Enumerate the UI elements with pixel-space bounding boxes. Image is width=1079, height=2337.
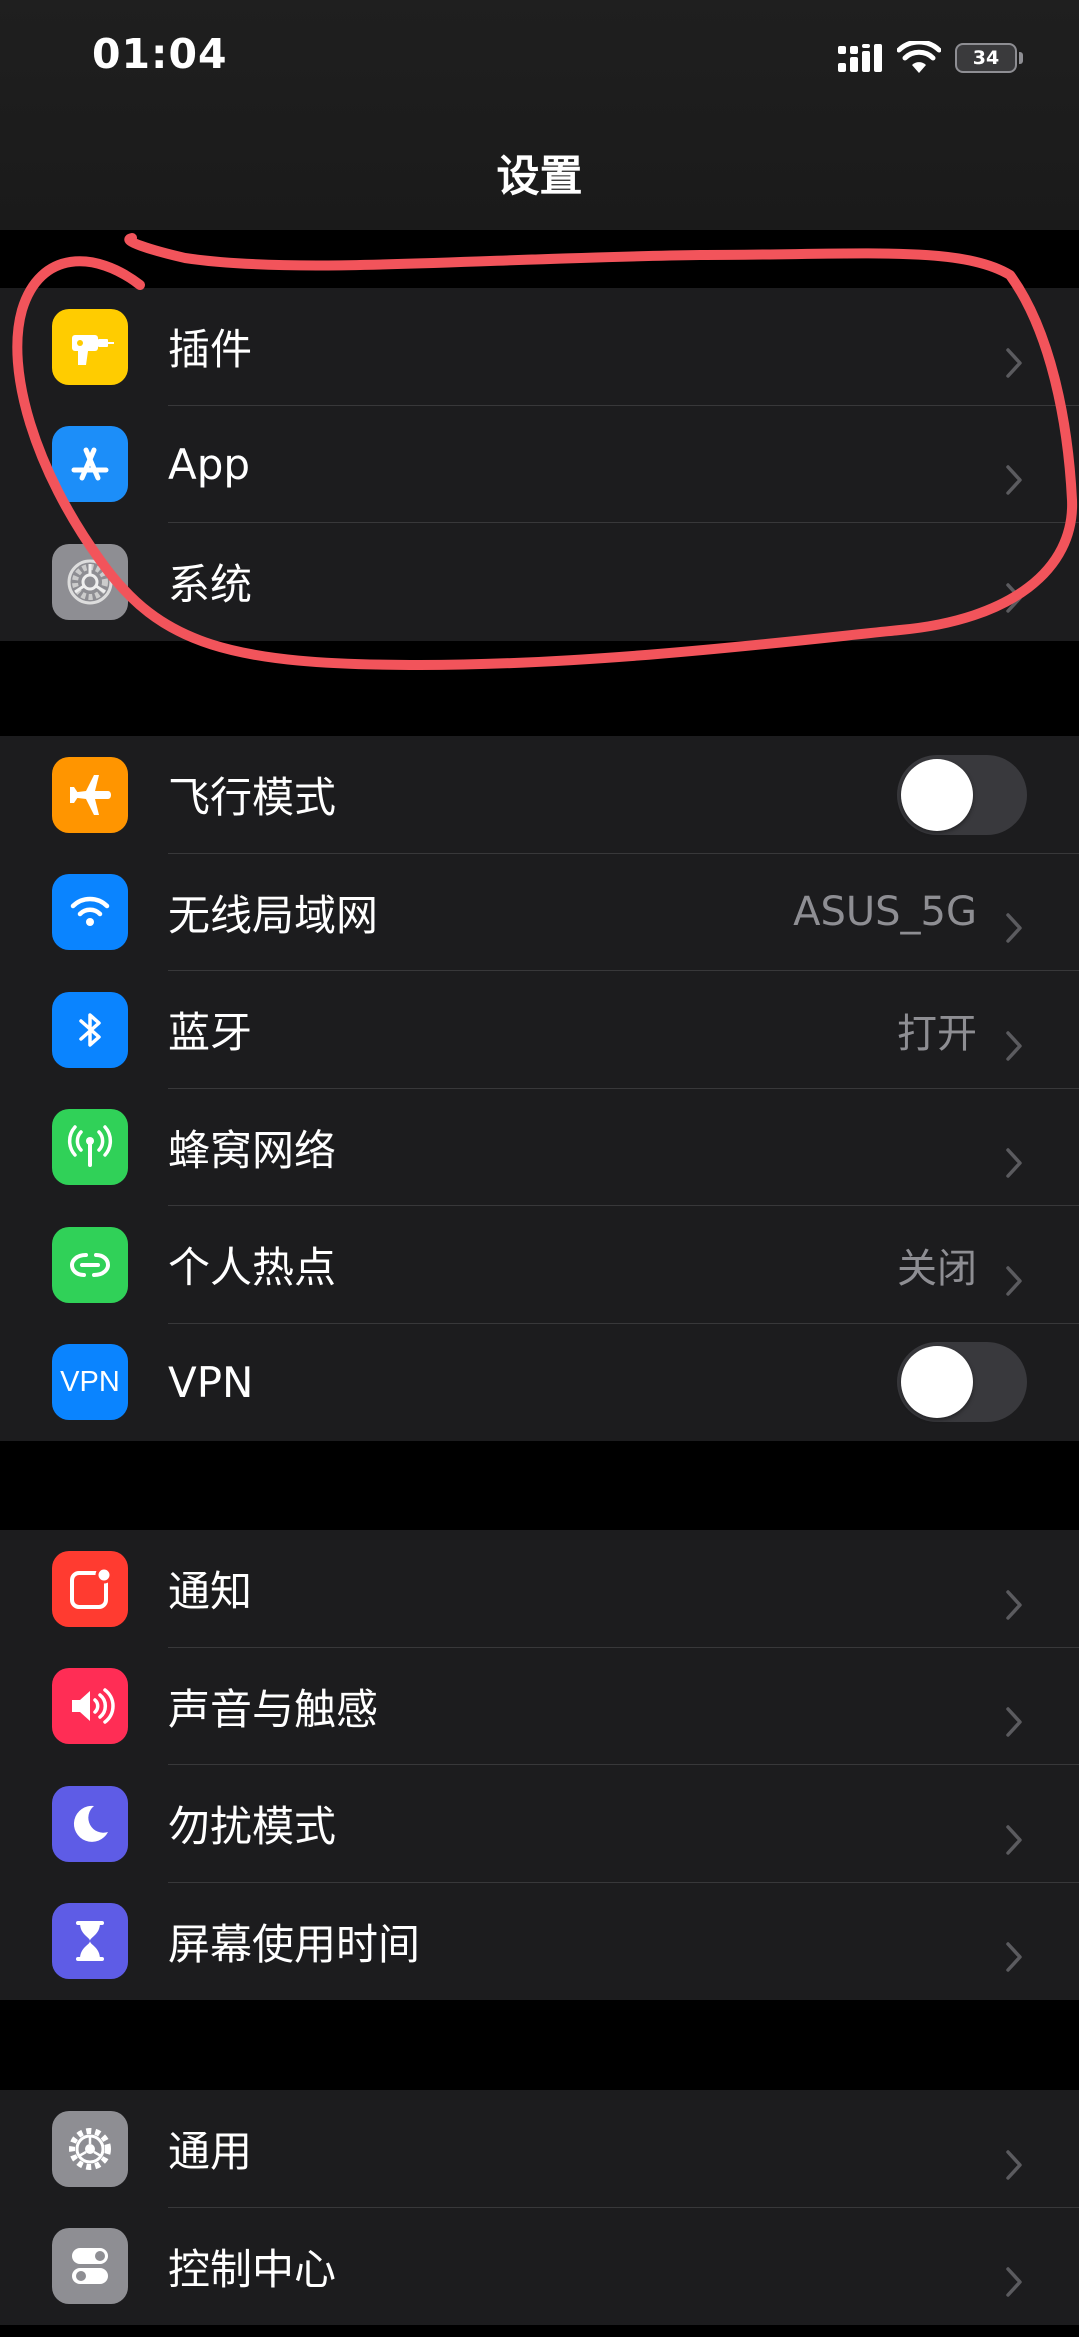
row-label: 蜂窝网络 bbox=[168, 1125, 337, 1175]
app-store-icon bbox=[52, 426, 128, 503]
signal-icon bbox=[838, 44, 882, 72]
row-value: 关闭 bbox=[897, 1245, 977, 1292]
row-label: 飞行模式 bbox=[168, 773, 337, 823]
wifi-status-icon bbox=[897, 41, 941, 73]
status-bar: 01:04 34 设置 bbox=[0, 0, 1079, 230]
row-label: 勿扰模式 bbox=[168, 1802, 337, 1852]
row-label: 个人热点 bbox=[168, 1243, 337, 1293]
airplane-icon bbox=[52, 756, 128, 833]
row-label: 系统 bbox=[168, 560, 253, 610]
settings-group-2: 飞行模式无线局域网 ASUS_5G 蓝牙 打开蜂窝网络个人热点 关闭 VPN VPN bbox=[0, 736, 1079, 1441]
settings-row-app-store[interactable]: App bbox=[0, 406, 1079, 523]
settings-group-1: 插件 App 系统 bbox=[0, 288, 1079, 641]
settings-row-notification[interactable]: 通知 bbox=[0, 1530, 1079, 1648]
row-value: 打开 bbox=[897, 1010, 977, 1057]
switches-icon bbox=[52, 2228, 128, 2305]
vpn-icon: VPN bbox=[52, 1344, 128, 1421]
settings-row-hourglass[interactable]: 屏幕使用时间 bbox=[0, 1883, 1079, 2001]
hourglass-icon bbox=[52, 1903, 128, 1980]
settings-row-drill[interactable]: 插件 bbox=[0, 288, 1079, 406]
vpn-icon-text: VPN bbox=[60, 1365, 120, 1398]
settings-row-hotspot[interactable]: 个人热点 关闭 bbox=[0, 1206, 1079, 1324]
status-icons: 34 bbox=[837, 38, 1023, 78]
settings-row-settings-gear[interactable]: 通用 bbox=[0, 2090, 1079, 2208]
status-time: 01:04 bbox=[92, 30, 228, 78]
drill-icon bbox=[52, 308, 128, 385]
battery-level: 34 bbox=[955, 43, 1017, 73]
bluetooth-icon bbox=[52, 991, 128, 1068]
settings-gear-icon bbox=[52, 2110, 128, 2187]
settings-row-moon[interactable]: 勿扰模式 bbox=[0, 1765, 1079, 1883]
row-label: 蓝牙 bbox=[168, 1008, 253, 1058]
row-label: App bbox=[168, 439, 251, 489]
notification-icon bbox=[52, 1550, 128, 1627]
settings-row-bluetooth[interactable]: 蓝牙 打开 bbox=[0, 971, 1079, 1089]
settings-group-3: 通知声音与触感勿扰模式屏幕使用时间 bbox=[0, 1530, 1079, 2000]
page-title: 设置 bbox=[496, 152, 583, 202]
row-value: ASUS_5G bbox=[793, 889, 977, 936]
vpn-toggle[interactable] bbox=[897, 1342, 1027, 1423]
settings-row-wifi[interactable]: 无线局域网 ASUS_5G bbox=[0, 854, 1079, 971]
settings-row-gear[interactable]: 系统 bbox=[0, 523, 1079, 641]
settings-row-airplane[interactable]: 飞行模式 bbox=[0, 736, 1079, 854]
hotspot-icon bbox=[52, 1226, 128, 1303]
row-label: 控制中心 bbox=[168, 2244, 337, 2294]
settings-row-speaker[interactable]: 声音与触感 bbox=[0, 1648, 1079, 1765]
battery-icon: 34 bbox=[955, 43, 1023, 73]
cellular-icon bbox=[52, 1109, 128, 1186]
settings-group-4: 通用 控制中心 bbox=[0, 2090, 1079, 2325]
row-label: 插件 bbox=[168, 325, 253, 375]
row-label: 通用 bbox=[168, 2127, 253, 2177]
gear-icon bbox=[52, 543, 128, 620]
airplane-toggle[interactable] bbox=[897, 754, 1027, 835]
speaker-icon bbox=[52, 1668, 128, 1745]
row-label: 无线局域网 bbox=[168, 890, 379, 940]
row-label: 声音与触感 bbox=[168, 1684, 379, 1734]
settings-row-cellular[interactable]: 蜂窝网络 bbox=[0, 1089, 1079, 1206]
row-label: VPN bbox=[168, 1357, 254, 1407]
settings-row-switches[interactable]: 控制中心 bbox=[0, 2208, 1079, 2326]
moon-icon bbox=[52, 1785, 128, 1862]
settings-row-vpn[interactable]: VPN VPN bbox=[0, 1324, 1079, 1442]
row-label: 屏幕使用时间 bbox=[168, 1919, 421, 1969]
row-label: 通知 bbox=[168, 1567, 253, 1617]
wifi-icon bbox=[52, 874, 128, 951]
